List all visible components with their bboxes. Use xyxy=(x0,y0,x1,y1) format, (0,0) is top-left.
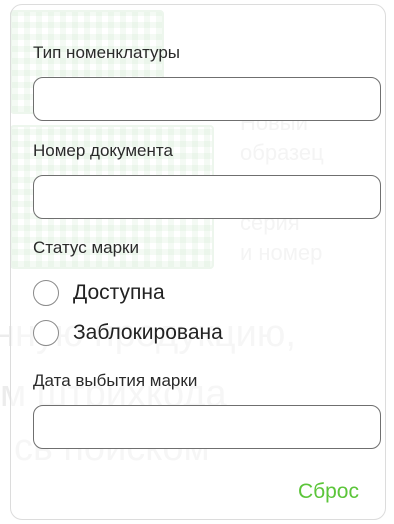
document-number-input[interactable] xyxy=(33,175,381,219)
nomenclature-type-label: Тип номенклатуры xyxy=(33,43,181,62)
status-option-available[interactable]: Доступна xyxy=(33,278,165,308)
radio-button[interactable] xyxy=(33,320,59,346)
status-option-blocked[interactable]: Заблокирована xyxy=(33,318,223,348)
mark-disposal-date-label: Дата выбытия марки xyxy=(33,371,198,390)
status-option-label: Заблокирована xyxy=(73,321,223,344)
mark-disposal-date-input[interactable] xyxy=(33,405,381,449)
nomenclature-type-input[interactable] xyxy=(33,77,381,121)
reset-button[interactable]: Сброс xyxy=(298,480,359,504)
document-number-label: Номер документа xyxy=(33,141,173,160)
filter-panel: Тип номенклатуры Номер документа Статус … xyxy=(10,4,386,520)
mark-status-label: Статус марки xyxy=(33,238,139,257)
status-option-label: Доступна xyxy=(73,281,165,304)
radio-button[interactable] xyxy=(33,280,59,306)
